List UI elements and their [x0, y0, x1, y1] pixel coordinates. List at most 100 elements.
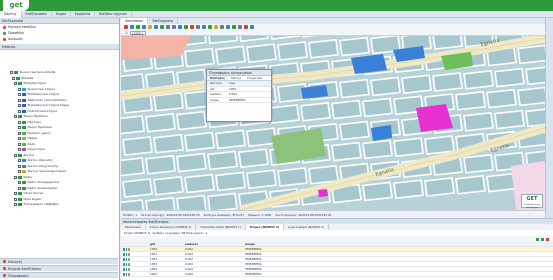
info-icon[interactable]	[125, 262, 128, 266]
layer-checkbox[interactable]	[14, 192, 17, 196]
layer-checkbox[interactable]	[18, 186, 21, 190]
zoom-icon[interactable]	[541, 237, 544, 241]
layer-checkbox[interactable]	[14, 203, 17, 207]
menu-item[interactable]: Χάρτης	[0, 11, 22, 18]
action-item[interactable]: Ακύρωση	[0, 36, 119, 42]
draw-icon[interactable]	[184, 25, 188, 29]
layer-checkbox[interactable]	[18, 181, 21, 185]
info-icon[interactable]	[125, 247, 128, 251]
layer-swatch-icon	[14, 71, 18, 75]
save-icon[interactable]	[232, 25, 236, 29]
layer-checkbox[interactable]	[12, 76, 15, 80]
info-icon[interactable]	[125, 272, 128, 276]
layer-swatch-icon	[22, 104, 26, 108]
layer-checkbox[interactable]	[18, 104, 21, 108]
undo-icon[interactable]	[238, 25, 242, 29]
scale-input[interactable]: [1000]	[130, 30, 147, 36]
measure-icon[interactable]	[148, 25, 152, 29]
layer-checkbox[interactable]	[18, 120, 21, 124]
popup-tab[interactable]: Γεωμετρία	[244, 76, 265, 80]
info-icon[interactable]	[154, 25, 158, 29]
pan-icon[interactable]	[130, 25, 134, 29]
print-icon[interactable]	[172, 25, 176, 29]
info-icon[interactable]	[125, 252, 128, 256]
layer-item[interactable]: Τοπογραφικό υπόβαθρο	[0, 202, 118, 208]
layers-icon[interactable]	[178, 25, 182, 29]
layer-checkbox[interactable]	[14, 153, 17, 157]
zoom-to-icon[interactable]	[123, 247, 125, 251]
attribute-key: κωδικός	[210, 92, 222, 96]
select-icon[interactable]	[160, 25, 164, 29]
zoom-to-icon[interactable]	[123, 257, 125, 261]
delete-icon[interactable]	[190, 25, 194, 29]
layer-checkbox[interactable]	[14, 82, 17, 86]
menu-item[interactable]: Εργαλεία	[71, 11, 96, 18]
layer-swatch-icon	[22, 120, 26, 124]
close-icon[interactable]	[124, 25, 128, 29]
scale-label: 1:	[125, 30, 129, 35]
zoom-in-icon[interactable]	[136, 25, 140, 29]
layer-checkbox[interactable]	[18, 148, 21, 152]
map-block	[184, 47, 215, 68]
map-block	[215, 171, 246, 192]
layer-checkbox[interactable]	[14, 115, 17, 119]
layer-checkbox[interactable]	[18, 142, 21, 146]
table-row[interactable]: 1055 0.002 ΠΕΡΙΦΕΡΕΙΑ	[121, 272, 553, 277]
layer-checkbox[interactable]	[14, 197, 17, 201]
map-block	[238, 148, 269, 169]
add-icon[interactable]	[208, 25, 212, 29]
info-icon[interactable]	[125, 267, 128, 271]
info-icon[interactable]	[125, 257, 128, 261]
right-collapsed-panel[interactable]	[545, 18, 553, 218]
status-item: Σύστημα αναφοράς: ΕΓΣΑ 87	[203, 213, 245, 217]
export-icon[interactable]	[226, 25, 230, 29]
map-block	[184, 131, 215, 152]
map-block	[463, 153, 494, 174]
menu-item[interactable]: Βοήθεια Αρχείου	[95, 11, 132, 18]
map-block	[494, 109, 525, 130]
refresh-icon[interactable]	[166, 25, 170, 29]
settings-icon[interactable]	[220, 25, 224, 29]
layer-checkbox[interactable]	[18, 137, 21, 141]
menu-item[interactable]: Επεξεργασία	[22, 11, 52, 18]
ruler-icon[interactable]	[196, 25, 200, 29]
search-icon[interactable]	[202, 25, 206, 29]
zoom-to-icon[interactable]	[123, 262, 125, 266]
layer-checkbox[interactable]	[10, 71, 13, 75]
layer-swatch-icon	[18, 115, 22, 119]
menu-item[interactable]: Χώροι	[52, 11, 71, 18]
bottom-nav-item[interactable]: Επιλογές	[0, 258, 118, 264]
layer-checkbox[interactable]	[18, 170, 21, 174]
layer-checkbox[interactable]	[18, 98, 21, 102]
map-canvas[interactable]: Egnatia Egnatia Egnatia	[121, 36, 545, 210]
popup-tab[interactable]: Χάρτης	[228, 76, 245, 80]
layer-swatch-icon	[22, 93, 26, 97]
clear-icon[interactable]	[244, 25, 248, 29]
close-icon[interactable]	[546, 237, 549, 241]
layer-swatch-icon	[18, 82, 22, 86]
map-status-bar: Πλήθος: 1 Κέντρο περιοχής: 409145.88 4501…	[121, 210, 545, 218]
edit-icon[interactable]	[214, 25, 218, 29]
layer-checkbox[interactable]	[18, 126, 21, 130]
help-icon[interactable]	[250, 25, 254, 29]
feature-info-popup: Πληροφορίες Αντικειμένου Ιδιότητες Χάρτης…	[206, 69, 272, 122]
popup-tab[interactable]: Ιδιότητες	[207, 76, 228, 80]
layer-checkbox[interactable]	[18, 164, 21, 168]
layer-checkbox[interactable]	[14, 175, 17, 179]
layer-checkbox[interactable]	[18, 93, 21, 97]
layer-swatch-icon	[22, 131, 26, 135]
bottom-nav-item[interactable]: Κείμενα Αναζήτησης	[0, 265, 118, 271]
layer-checkbox[interactable]	[18, 87, 21, 91]
layer-checkbox[interactable]	[18, 109, 21, 113]
status-dot-icon	[3, 37, 6, 41]
map-block	[362, 139, 393, 160]
bottom-nav-item[interactable]: Πληροφορίες	[0, 272, 118, 278]
zoom-to-icon[interactable]	[123, 272, 125, 276]
app-logo: get	[3, 0, 29, 11]
zoom-to-icon[interactable]	[123, 252, 125, 256]
zoom-to-icon[interactable]	[123, 267, 125, 271]
zoom-out-icon[interactable]	[142, 25, 146, 29]
export-icon[interactable]	[536, 237, 539, 241]
layer-checkbox[interactable]	[18, 131, 21, 135]
layer-checkbox[interactable]	[18, 159, 21, 163]
